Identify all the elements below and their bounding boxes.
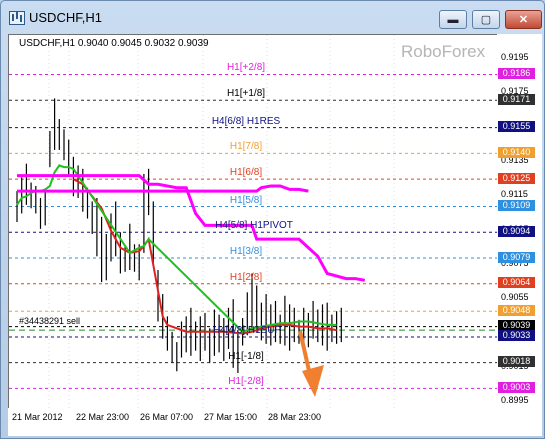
- murrey-level-label: H1[+2/8]: [226, 62, 266, 74]
- minimize-button[interactable]: ▬: [439, 10, 467, 29]
- title-bar[interactable]: USDCHF,H1 ▬ ▢ ✕: [1, 1, 544, 35]
- murrey-level-label: H1[-2/8]: [228, 376, 264, 388]
- murrey-level-label: H1[+1/8]: [226, 88, 266, 100]
- price-tick-label: 0.9055: [501, 292, 529, 303]
- maximize-button[interactable]: ▢: [472, 10, 500, 29]
- time-tick-label: 27 Mar 15:00: [204, 412, 258, 422]
- price-tag: 0.9171: [498, 93, 535, 105]
- chart-plot-area[interactable]: USDCHF,H1 0.9040 0.9045 0.9032 0.9039 Ro…: [8, 34, 499, 410]
- symbol-ohlc-header: USDCHF,H1 0.9040 0.9045 0.9032 0.9039: [19, 38, 209, 49]
- magenta-range-line-4: [17, 184, 309, 193]
- price-axis[interactable]: 0.91950.91750.91550.91350.91150.90950.90…: [497, 34, 542, 408]
- price-tick-label: 0.8995: [501, 395, 529, 406]
- murrey-level-label: H1[5/8]: [229, 194, 263, 206]
- order-line-label: #34438291 sell: [19, 316, 81, 326]
- brand-watermark: RoboForex: [401, 42, 486, 61]
- price-tag: 0.9033: [498, 330, 535, 342]
- murrey-level-label: H1[-1/8]: [228, 350, 264, 362]
- murrey-level-label: H1[3/8]: [229, 246, 263, 258]
- time-tick-label: 22 Mar 23:00: [76, 412, 130, 422]
- price-tag: 0.9003: [498, 381, 535, 393]
- murrey-level-label: H4[5/8] H1PIVOT: [215, 220, 293, 232]
- time-tick-label: 21 Mar 2012: [12, 412, 63, 422]
- price-tag: 0.9064: [498, 277, 535, 289]
- murrey-level-label: H4[4/8] H1SUP: [212, 324, 282, 336]
- price-tag: 0.9125: [498, 172, 535, 184]
- forecast-arrow-head: [302, 365, 324, 397]
- price-tag: 0.9155: [498, 121, 535, 133]
- window-title: USDCHF,H1: [29, 10, 102, 25]
- close-icon: ✕: [518, 14, 529, 26]
- minimize-icon: ▬: [447, 13, 459, 26]
- price-tag: 0.9094: [498, 225, 535, 237]
- price-tag: 0.9079: [498, 251, 535, 263]
- murrey-level-label: H1[6/8]: [229, 167, 263, 179]
- time-axis[interactable]: 21 Mar 2012 22 Mar 23:00 26 Mar 07:00 27 Ma…: [8, 408, 542, 436]
- price-tick-label: 0.9115: [501, 189, 528, 200]
- murrey-level-label: H4[6/8] H1RES: [211, 115, 281, 127]
- price-tag: 0.9186: [498, 67, 535, 79]
- price-tag: 0.9140: [498, 146, 535, 158]
- price-tick-label: 0.9195: [501, 52, 529, 63]
- close-button[interactable]: ✕: [505, 10, 542, 29]
- murrey-level-label: H1[7/8]: [229, 141, 263, 153]
- murrey-level-label: H1[2/8]: [229, 271, 263, 283]
- chart-window-icon: [9, 11, 25, 25]
- price-tag: 0.9018: [498, 356, 535, 368]
- time-tick-label: 26 Mar 07:00: [140, 412, 194, 422]
- red-trend-line-1: [72, 178, 337, 335]
- maximize-icon: ▢: [480, 14, 492, 26]
- time-tick-label: 28 Mar 23:00: [268, 412, 322, 422]
- price-tag: 0.9048: [498, 304, 535, 316]
- price-tag: 0.9109: [498, 200, 535, 212]
